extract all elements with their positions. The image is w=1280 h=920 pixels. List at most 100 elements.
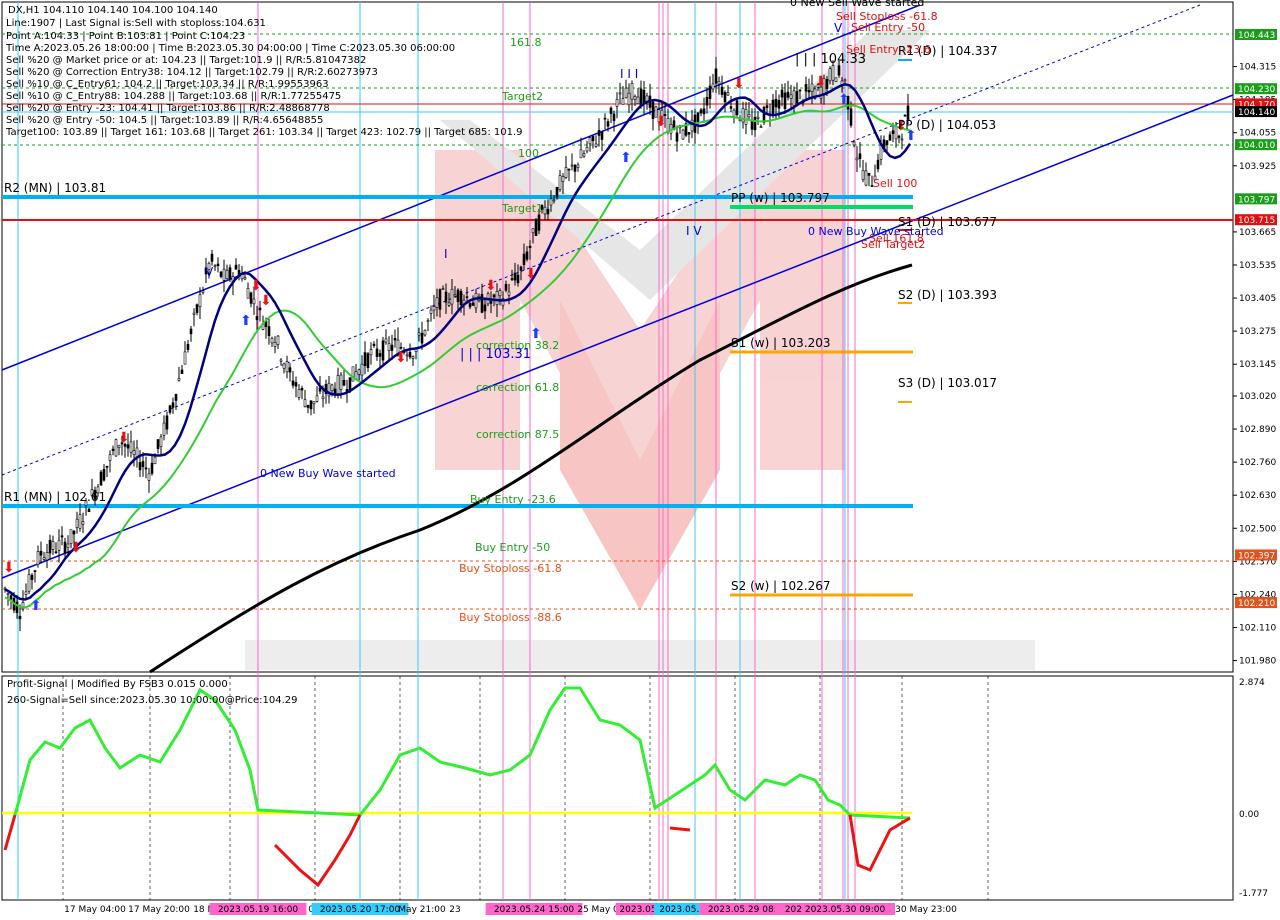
sell-arrow-icon: ⬇ <box>260 293 272 309</box>
r1-mn-label: R1 (MN) | 102.61 <box>4 490 106 504</box>
indicator-axis-mid: 0.00 <box>1239 810 1259 820</box>
price-tick-label: 102.110 <box>1239 623 1276 633</box>
time-label: 2023.05.20 17:00 <box>320 905 401 915</box>
price-tick-label: 103.535 <box>1239 261 1276 271</box>
sell-entry-50-label: Sell Entry -50 <box>851 21 925 34</box>
s2-w-label: S2 (w) | 102.267 <box>731 579 831 593</box>
wave-i-label: I <box>444 247 448 261</box>
time-label: 23 <box>449 905 460 915</box>
info-line: Sell %20 @ Market price or at: 104.23 ||… <box>6 55 366 66</box>
price-tick-label: 102.760 <box>1239 458 1276 468</box>
info-line: Point A:104.33 | Point B:103.81 | Point … <box>6 31 245 42</box>
buy-arrow-icon: ⬆ <box>620 150 632 166</box>
buy-arrow-icon: ⬆ <box>838 92 850 108</box>
price-axis[interactable]: 104.315104.185104.055103.925103.665103.5… <box>1233 63 1276 667</box>
s3-d-label: S3 (D) | 103.017 <box>898 376 997 390</box>
time-label: 25 May 0 <box>577 905 619 915</box>
price-tick-label: 103.020 <box>1239 392 1276 402</box>
wave-v-label: V <box>205 265 214 279</box>
sell-arrow-icon: ⬇ <box>70 540 82 556</box>
wave-iv-label: I V <box>686 224 702 238</box>
symbol-quote: DX,H1 104.110 104.140 104.100 104.140 <box>8 5 218 16</box>
time-label: 2023.05.19 16:00 <box>218 905 299 915</box>
sell-arrow-icon: ⬇ <box>815 74 827 90</box>
info-line: Time A:2023.05.26 18:00:00 | Time B:2023… <box>5 43 455 54</box>
sell-arrow-icon: ⬇ <box>395 350 407 366</box>
price-tick-label: 104.055 <box>1239 129 1276 139</box>
price-tick-label: 103.405 <box>1239 294 1276 304</box>
buy-arrow-icon: ⬆ <box>30 598 42 614</box>
trading-chart[interactable]: ⬇ ⬆ ⬇ ⬇ ⬇ ⬇ ⬆ ⬇ ⬇ ⬇ ⬆ ⬆ ⬇ ⬇ ⬇ ⬆ ⬇ ⬆ DX,H… <box>0 0 1280 920</box>
buy-arrow-icon: ⬆ <box>240 313 252 329</box>
price-tags: 104.443104.230104.170104.140104.010103.7… <box>1235 29 1277 609</box>
price-tag-label: 103.715 <box>1238 216 1275 226</box>
sell-arrow-icon: ⬇ <box>733 76 745 92</box>
correction-618-label: correction 61.8 <box>476 381 559 394</box>
fib-1618-label: 161.8 <box>510 36 542 49</box>
time-label: 202 2023.05.30 09:00 <box>785 905 886 915</box>
target1-label: Target1 <box>501 202 543 215</box>
time-axis[interactable]: 17 May 04:00 17 May 20:00 18 Ma2023.05.19 … <box>64 903 957 915</box>
price-tick-label: 102.500 <box>1239 524 1276 534</box>
wave-v-label: V <box>834 21 843 35</box>
trough-price-label: | | | 103.31 <box>460 347 531 362</box>
buy-wave-bottom-label: 0 New Buy Wave started <box>260 467 396 480</box>
indicator-signal: 260-Signal=Sell since:2023.05.30 10:00:0… <box>7 695 297 706</box>
s2-d-label: S2 (D) | 103.393 <box>898 288 997 302</box>
r2-mn-label: R2 (MN) | 103.81 <box>4 181 106 195</box>
buy-wave-right-label: 0 New Buy Wave started <box>808 225 944 238</box>
time-label: May 21:00 <box>398 905 446 915</box>
price-tag-label: 102.397 <box>1238 551 1275 561</box>
sell-arrow-icon: ⬇ <box>250 278 262 294</box>
buy-entry-236-label: Buy Entry -23.6 <box>470 493 556 506</box>
buy-stoploss-618-label: Buy Stoploss -61.8 <box>459 562 562 575</box>
info-line: Sell %20 @ Entry -23: 104.41 || Target:1… <box>6 103 330 114</box>
info-line: Sell %20 @ Correction Entry38: 104.12 ||… <box>6 67 378 78</box>
price-tick-label: 101.980 <box>1239 657 1276 667</box>
pp-d-label: PP (D) | 104.053 <box>898 118 996 132</box>
s1-w-label: S1 (w) | 103.203 <box>731 336 831 350</box>
correction-875-label: correction 87.5 <box>476 428 559 441</box>
sell-target2-label: Sell Target2 <box>861 238 925 251</box>
peak-price-label: | | | 104.33 <box>795 52 866 67</box>
info-line: Sell %10 @ C_Entry61: 104.2 || Target:10… <box>6 79 329 90</box>
wave-iii-label: I I I <box>620 67 638 81</box>
indicator-axis-bottom: -1.777 <box>1239 889 1268 899</box>
price-tag-label: 104.230 <box>1238 85 1275 95</box>
price-tick-label: 103.275 <box>1239 327 1276 337</box>
indicator-title: Profit-Signal | Modified By FSB3 0.015 0… <box>7 679 228 690</box>
sell-arrow-icon: ⬇ <box>655 114 667 130</box>
buy-entry-50-label: Buy Entry -50 <box>475 541 550 554</box>
sell-100-label: Sell 100 <box>873 177 917 190</box>
price-tick-label: 102.630 <box>1239 491 1276 501</box>
price-tick-label: 103.925 <box>1239 162 1276 172</box>
price-tick-label: 102.890 <box>1239 425 1276 435</box>
price-tag-label: 104.010 <box>1238 141 1275 151</box>
time-label: 17 May 04:00 <box>64 905 126 915</box>
price-tag-label: 102.210 <box>1238 599 1275 609</box>
fib-100-label: 100 <box>518 147 539 160</box>
time-label: 17 May 20:00 <box>128 905 190 915</box>
sell-arrow-icon: ⬇ <box>525 266 537 282</box>
price-tick-label: 103.665 <box>1239 228 1276 238</box>
sell-arrow-icon: ⬇ <box>485 278 497 294</box>
info-line: Sell %10 @ C_Entry88: 104.288 || Target:… <box>6 91 341 102</box>
info-line: Target100: 103.89 || Target 161: 103.68 … <box>5 127 523 138</box>
price-tag-label: 104.443 <box>1238 31 1275 41</box>
sell-wave-label: 0 New Sell Wave started <box>790 0 924 9</box>
price-tag-label: 104.140 <box>1238 108 1275 118</box>
time-label: 2023.05 <box>619 905 656 915</box>
target2-label: Target2 <box>501 90 543 103</box>
indicator-panel[interactable] <box>1 675 1234 901</box>
indicator-axis-top: 2.874 <box>1239 678 1265 688</box>
info-line: Sell %20 @ Entry -50: 104.5 || Target:10… <box>6 115 323 126</box>
info-line: Line:1907 | Last Signal is:Sell with sto… <box>6 18 266 29</box>
buy-stoploss-886-label: Buy Stoploss -88.6 <box>459 611 562 624</box>
time-label: 30 May 23:00 <box>895 905 957 915</box>
price-tick-label: 104.315 <box>1239 63 1276 73</box>
pp-w-label: PP (w) | 103.797 <box>731 191 830 205</box>
sell-arrow-icon: ⬇ <box>118 430 130 446</box>
sell-arrow-icon: ⬇ <box>3 560 15 576</box>
oscillator-down-segment <box>669 826 691 832</box>
price-tag-label: 103.797 <box>1238 195 1275 205</box>
